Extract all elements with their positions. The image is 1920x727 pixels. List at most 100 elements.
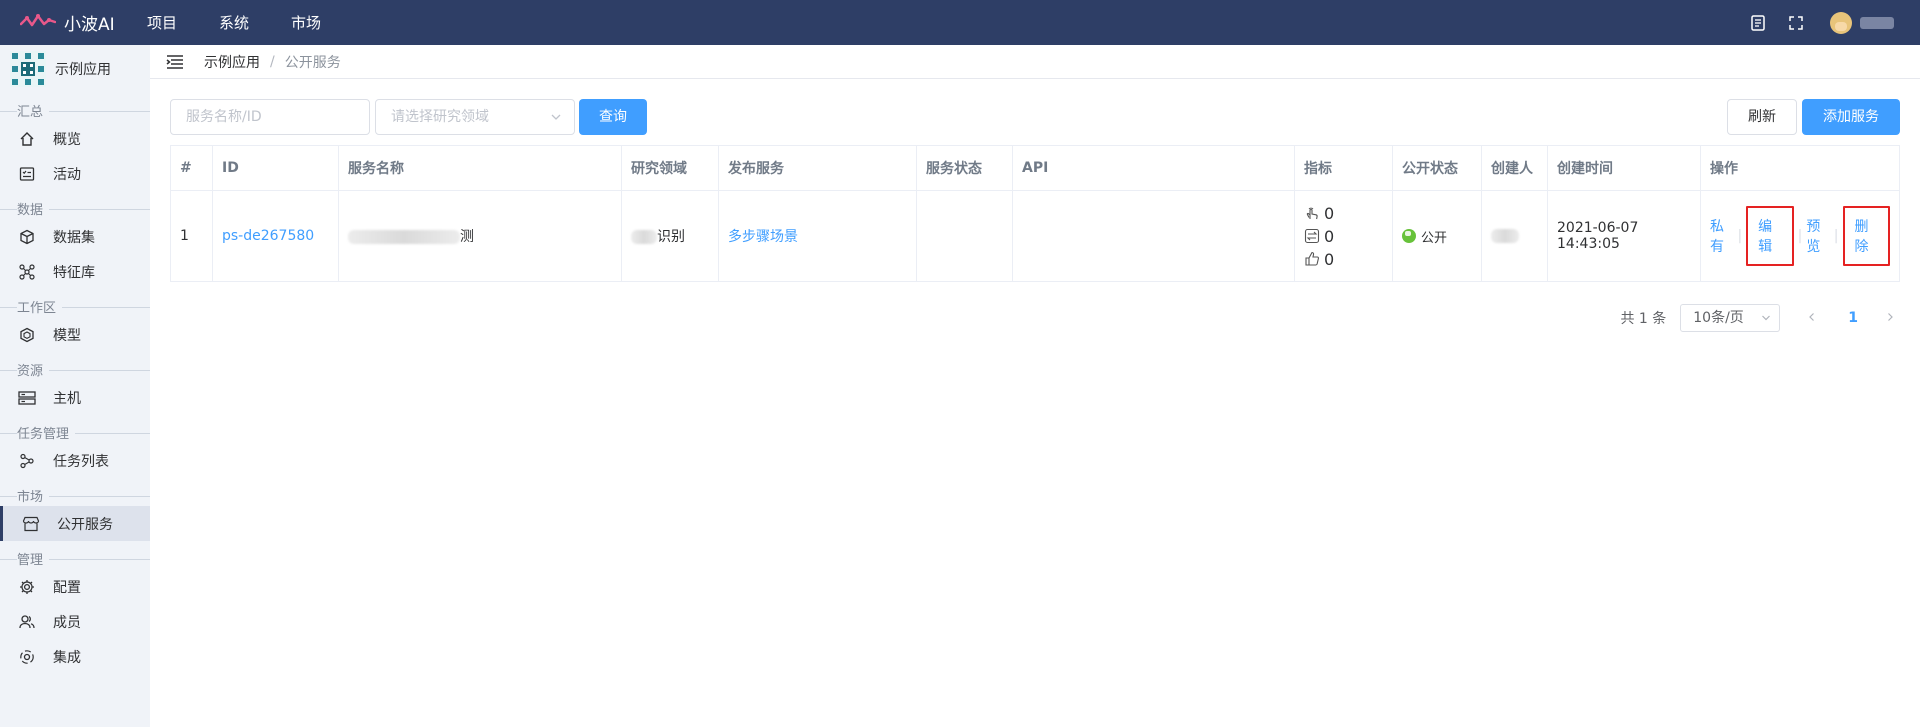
sidebar-item-label: 活动 [53, 166, 81, 183]
username-redacted[interactable] [1860, 16, 1894, 29]
sidebar-item-integrations[interactable]: 集成 [0, 639, 150, 674]
redacted-creator [1491, 229, 1519, 243]
table-row: 1 ps-de267580 测 识别 多步骤场景 0 0 0 公开 2021-0… [170, 190, 1900, 282]
public-status-cell: 公开 [1392, 190, 1482, 282]
domain-cell: 识别 [621, 190, 719, 282]
query-button[interactable]: 查询 [579, 99, 647, 135]
breadcrumb-app[interactable]: 示例应用 [204, 52, 260, 72]
metric-calls: 0 [1304, 225, 1383, 248]
brand-logo[interactable]: 小波AI [20, 9, 115, 35]
services-table: # ID 服务名称 研究领域 发布服务 服务状态 API 指标 公开状态 创建人… [170, 145, 1900, 282]
home-icon [18, 130, 36, 148]
table-header-row: # ID 服务名称 研究领域 发布服务 服务状态 API 指标 公开状态 创建人… [170, 145, 1900, 191]
sidebar-item-label: 主机 [53, 390, 81, 407]
publish-service-link[interactable]: 多步骤场景 [728, 229, 798, 245]
column-header: 发布服务 [718, 145, 917, 191]
add-service-button[interactable]: 添加服务 [1802, 99, 1900, 135]
sidebar-section-admin: 管理 [0, 547, 150, 569]
sidebar-item-datasets[interactable]: 数据集 [0, 219, 150, 254]
sidebar-item-public-services[interactable]: 公开服务 [0, 506, 150, 541]
collapse-menu-icon[interactable] [166, 54, 184, 70]
pagination: 共 1 条 10条/页 1 [1620, 304, 1900, 332]
service-search-input[interactable]: 服务名称/ID [170, 99, 370, 135]
sidebar-item-label: 成员 [53, 614, 81, 631]
breadcrumb: 示例应用 / 公开服务 [150, 45, 1920, 79]
public-status: 公开 [1402, 227, 1472, 246]
sidebar-item-models[interactable]: 模型 [0, 317, 150, 352]
sidebar-item-label: 任务列表 [53, 453, 109, 470]
sidebar-item-label: 数据集 [53, 229, 95, 246]
service-name-cell: 测 [338, 190, 622, 282]
filter-toolbar: 服务名称/ID 请选择研究领域 查询 [170, 99, 647, 135]
metric-likes: 0 [1304, 248, 1383, 271]
gear-icon [18, 578, 36, 596]
row-index: 1 [170, 190, 213, 282]
divider: | [1737, 228, 1743, 244]
sidebar-item-activity[interactable]: 活动 [0, 156, 150, 191]
document-icon[interactable] [1748, 13, 1768, 33]
pagination-total: 共 1 条 [1620, 311, 1667, 327]
sidebar-section-tasks: 任务管理 [0, 421, 150, 443]
service-status-cell [916, 190, 1013, 282]
wave-logo-icon [20, 14, 56, 27]
breadcrumb-separator: / [270, 53, 275, 70]
preview-link[interactable]: 预览 [1806, 216, 1829, 256]
sidebar-item-label: 配置 [53, 579, 81, 596]
sidebar-section-resources: 资源 [0, 358, 150, 380]
sidebar-item-overview[interactable]: 概览 [0, 121, 150, 156]
sidebar-item-task-list[interactable]: 任务列表 [0, 443, 150, 478]
make-private-link[interactable]: 私有 [1710, 216, 1733, 256]
app-header[interactable]: 示例应用 [0, 45, 150, 93]
service-name-suffix: 测 [460, 229, 474, 245]
column-header: 创建时间 [1547, 145, 1701, 191]
redacted-text [348, 230, 460, 244]
sidebar-item-members[interactable]: 成员 [0, 604, 150, 639]
server-icon [18, 389, 36, 407]
fullscreen-icon[interactable] [1786, 13, 1806, 33]
user-avatar[interactable] [1830, 11, 1852, 34]
sidebar-item-label: 公开服务 [57, 516, 113, 533]
top-navbar: 小波AI 项目 系统 市场 [0, 0, 1920, 45]
divider: | [1833, 228, 1839, 244]
edit-link[interactable]: 编辑 [1746, 206, 1794, 266]
metrics-cell: 0 0 0 [1294, 190, 1393, 282]
research-domain-select[interactable]: 请选择研究领域 [375, 99, 575, 135]
research-domain-placeholder: 请选择研究领域 [391, 109, 489, 125]
sidebar-section-market: 市场 [0, 484, 150, 506]
refresh-button[interactable]: 刷新 [1727, 99, 1797, 135]
breadcrumb-page: 公开服务 [284, 54, 341, 71]
sidebar-item-label: 模型 [53, 327, 81, 344]
creator-cell [1481, 190, 1548, 282]
divider: | [1797, 228, 1803, 244]
service-id-link[interactable]: ps-de267580 [222, 228, 314, 244]
page-number[interactable]: 1 [1848, 310, 1858, 326]
chevron-right-icon [1888, 313, 1893, 321]
top-nav-market[interactable]: 市场 [291, 12, 321, 33]
chevron-down-icon [551, 114, 561, 120]
app-grid-logo-icon [10, 51, 46, 87]
column-header: ID [212, 145, 339, 191]
next-page-button[interactable] [1880, 310, 1900, 326]
prev-page-button[interactable] [1802, 310, 1822, 326]
chevron-down-icon [1762, 315, 1771, 321]
delete-link[interactable]: 删除 [1842, 206, 1890, 266]
app-name: 示例应用 [55, 62, 111, 78]
sidebar-section-summary: 汇总 [0, 99, 150, 121]
top-nav-system[interactable]: 系统 [219, 12, 249, 33]
domain-suffix: 识别 [657, 229, 685, 245]
page-size-select[interactable]: 10条/页 [1680, 304, 1781, 332]
task-share-icon [18, 452, 36, 470]
pointer-hand-icon [1306, 207, 1318, 220]
column-header: API [1012, 145, 1295, 191]
sidebar-item-settings[interactable]: 配置 [0, 569, 150, 604]
sidebar-item-label: 概览 [53, 131, 81, 148]
public-status-text: 公开 [1421, 230, 1448, 246]
sidebar-section-workspace: 工作区 [0, 295, 150, 317]
thumbs-up-icon [1305, 251, 1319, 266]
activity-list-icon [18, 165, 36, 183]
column-header: # [170, 145, 213, 191]
store-icon [22, 515, 40, 533]
sidebar-item-features[interactable]: 特征库 [0, 254, 150, 289]
sidebar-item-hosts[interactable]: 主机 [0, 380, 150, 415]
top-nav-projects[interactable]: 项目 [147, 12, 177, 33]
